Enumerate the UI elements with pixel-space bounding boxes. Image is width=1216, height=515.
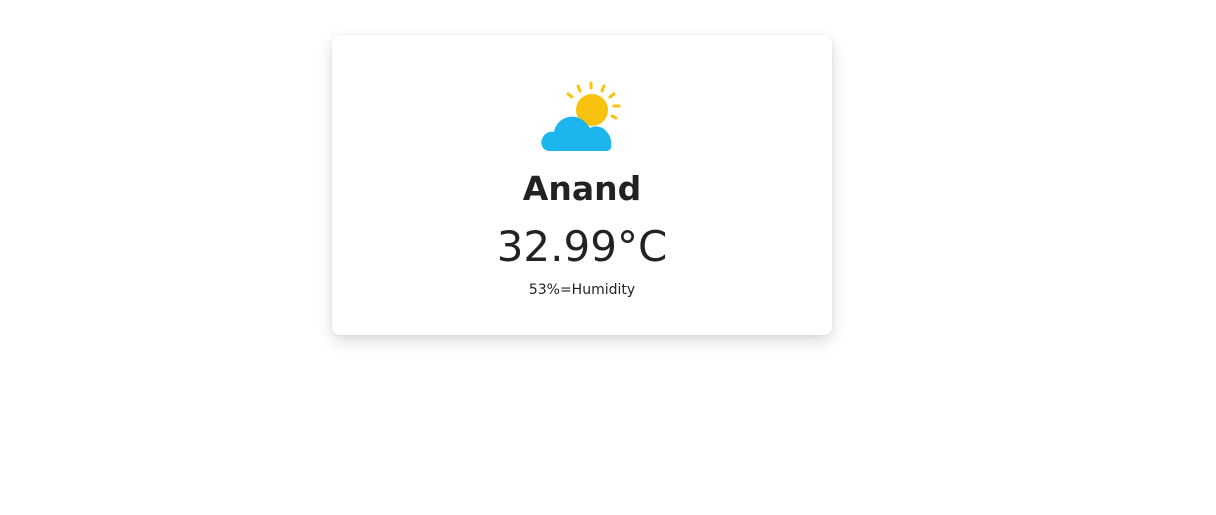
city-name: Anand xyxy=(522,169,642,208)
humidity-text: 53%=Humidity xyxy=(528,282,636,298)
temperature-value: 32.99°C xyxy=(496,222,668,271)
weather-card: Anand 32.99°C 53%=Humidity xyxy=(332,35,832,335)
partly-cloudy-icon xyxy=(538,81,630,153)
